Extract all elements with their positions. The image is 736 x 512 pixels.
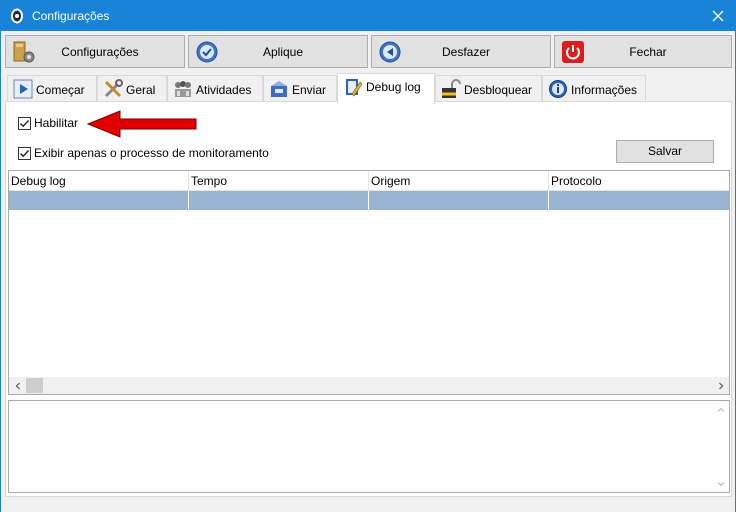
tab-label: Atividades — [196, 83, 252, 97]
habilitar-label[interactable]: Habilitar — [34, 116, 78, 130]
desfazer-button[interactable]: Desfazer — [371, 35, 551, 68]
tab-label: Debug log — [366, 80, 421, 94]
tools-icon — [103, 79, 123, 99]
table-row-selected[interactable] — [9, 191, 729, 210]
status-bar — [1, 499, 735, 512]
fechar-button[interactable]: Fechar — [554, 35, 732, 68]
vertical-scrollbar[interactable] — [712, 401, 729, 492]
toolbar-label: Fechar — [629, 45, 667, 59]
tab-debug-log[interactable]: Debug log — [337, 73, 435, 104]
monitor-only-checkbox[interactable] — [18, 146, 31, 160]
tab-enviar[interactable]: Enviar — [263, 75, 337, 103]
red-arrow-icon — [86, 110, 198, 138]
toolbar-label: Configurações — [61, 45, 139, 59]
table-cell — [369, 191, 549, 210]
column-header[interactable]: Tempo — [189, 171, 369, 191]
column-header[interactable]: Protocolo — [549, 171, 729, 191]
column-header[interactable]: Origem — [369, 171, 549, 191]
monitor-only-row: Exibir apenas o processo de monitorament… — [18, 146, 269, 160]
configuracoes-button[interactable]: Configurações — [5, 35, 185, 68]
tab-comecar[interactable]: Começar — [7, 75, 97, 103]
toolbar-label: Aplique — [262, 45, 304, 59]
unlock-icon — [441, 79, 461, 99]
title-bar[interactable]: Configurações — [1, 1, 735, 31]
scroll-down-icon[interactable] — [712, 475, 729, 492]
notepad-pencil-icon — [343, 77, 363, 97]
monitor-eye-icon — [10, 8, 24, 24]
habilitar-row: Habilitar — [18, 116, 78, 130]
table-cell — [189, 191, 369, 210]
table-cell — [549, 191, 729, 210]
scrollbar-thumb[interactable] — [26, 378, 43, 393]
send-box-icon — [269, 79, 289, 99]
tab-desbloquear[interactable]: Desbloquear — [435, 75, 542, 103]
debug-log-table[interactable]: Debug log Tempo Origem Protocolo — [8, 170, 730, 395]
horizontal-scrollbar[interactable] — [9, 377, 729, 394]
settings-window: Configurações Configurações Aplique Desf… — [0, 0, 736, 512]
tab-atividades[interactable]: Atividades — [167, 75, 263, 103]
table-cell — [9, 191, 189, 210]
scroll-right-icon[interactable] — [712, 377, 729, 394]
aplique-button[interactable]: Aplique — [188, 35, 368, 68]
habilitar-checkbox[interactable] — [18, 116, 31, 130]
tab-label: Começar — [36, 83, 85, 97]
tab-geral[interactable]: Geral — [97, 75, 167, 103]
info-icon — [548, 79, 568, 99]
tab-informacoes[interactable]: Informações — [542, 75, 646, 103]
toolbar-label: Desfazer — [441, 45, 491, 59]
debug-log-panel: Habilitar Exibir apenas o processo de mo… — [5, 101, 732, 497]
table-header: Debug log Tempo Origem Protocolo — [9, 171, 729, 191]
salvar-button[interactable]: Salvar — [616, 140, 714, 163]
tab-label: Desbloquear — [464, 83, 533, 97]
scroll-left-icon[interactable] — [9, 377, 26, 394]
monitor-only-label[interactable]: Exibir apenas o processo de monitorament… — [34, 146, 269, 160]
column-header[interactable]: Debug log — [9, 171, 189, 191]
tab-label: Informações — [571, 83, 638, 97]
users-icon — [173, 79, 193, 99]
tab-label: Geral — [126, 83, 156, 97]
close-icon[interactable] — [701, 1, 735, 31]
window-title: Configurações — [32, 9, 110, 23]
play-icon — [13, 79, 33, 99]
scroll-up-icon[interactable] — [712, 401, 729, 418]
log-detail-textarea[interactable] — [8, 400, 730, 493]
tab-label: Enviar — [292, 83, 327, 97]
